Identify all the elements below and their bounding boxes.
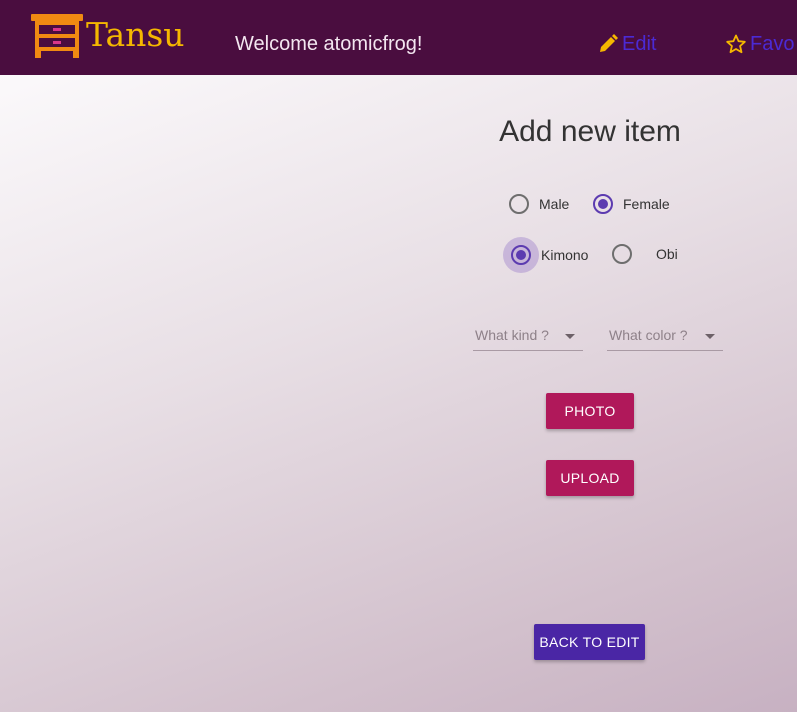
nav-favorites-link[interactable]: Favo [726,31,794,57]
top-app-bar: Tansu Welcome atomicfrog! Edit Favo [0,0,797,75]
welcome-message: Welcome atomicfrog! [235,33,423,55]
chest-of-drawers-logo-icon [31,14,83,58]
radio-female-circle[interactable] [593,194,613,214]
radio-male-label: Male [539,196,570,212]
pencil-icon [600,34,618,52]
radio-kimono[interactable]: Kimono [511,245,588,265]
main-content: Add new item Male Female Kimono Obi What… [0,75,797,712]
radio-female-label: Female [623,196,670,212]
chevron-down-icon [565,334,575,339]
color-select[interactable]: What color ? [607,321,723,351]
radio-obi[interactable]: Obi [612,244,678,264]
radio-kimono-circle[interactable] [511,245,531,265]
back-to-edit-button[interactable]: BACK TO EDIT [534,624,645,660]
chevron-down-icon [705,334,715,339]
radio-kimono-label: Kimono [541,247,589,263]
nav-edit-link[interactable]: Edit [598,31,656,57]
radio-obi-label: Obi [656,246,678,262]
star-icon [726,34,746,54]
page-title: Add new item [499,115,681,148]
upload-button[interactable]: UPLOAD [546,460,634,496]
app-brand[interactable]: Tansu [86,15,185,55]
photo-button[interactable]: PHOTO [546,393,634,429]
nav-edit-label: Edit [622,32,657,55]
radio-male[interactable]: Male [509,194,569,214]
kind-select[interactable]: What kind ? [473,321,583,351]
radio-male-circle[interactable] [509,194,529,214]
radio-female[interactable]: Female [593,194,670,214]
nav-favorites-label: Favo [750,32,795,55]
kind-select-placeholder: What kind ? [475,327,549,343]
color-select-placeholder: What color ? [609,327,688,343]
radio-obi-circle[interactable] [612,244,632,264]
